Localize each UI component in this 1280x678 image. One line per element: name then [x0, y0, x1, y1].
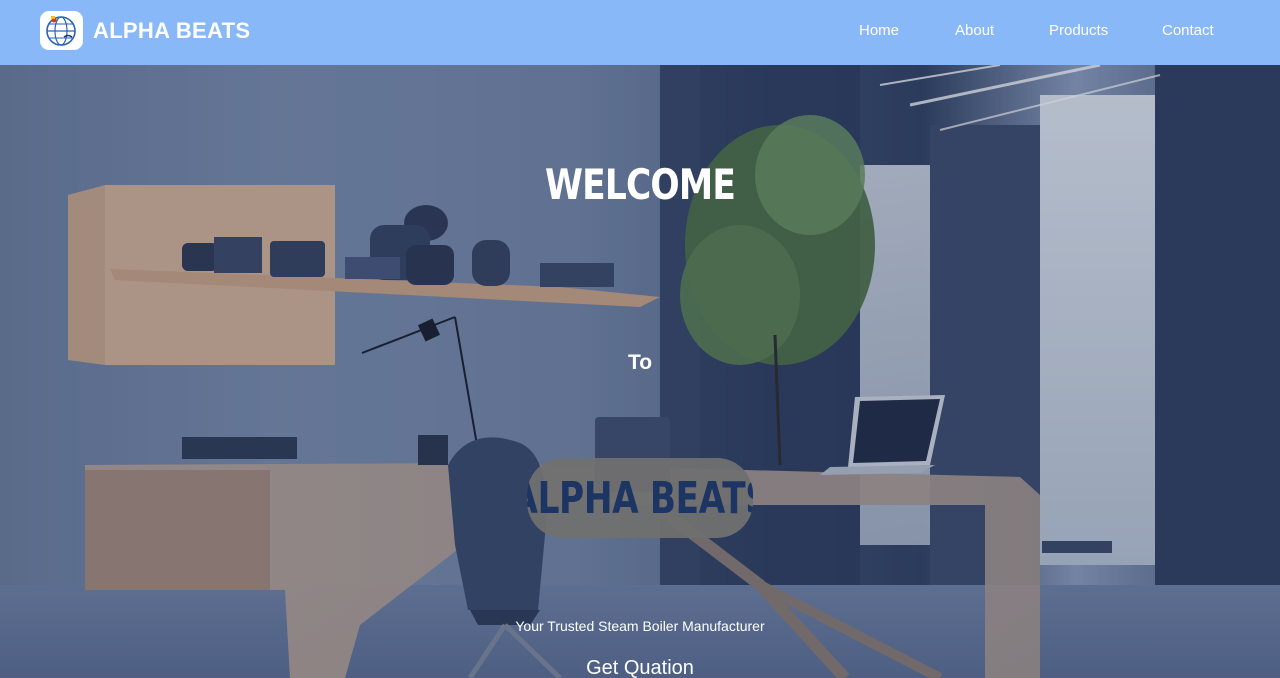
navbar: ALPHA BEATS Home About Products Contact	[0, 0, 1280, 65]
nav-products-link[interactable]: Products	[1049, 22, 1108, 39]
hero-brand-badge: ALPHA BEATS	[527, 458, 753, 538]
hero-title: WELCOME	[544, 160, 736, 209]
hero-tagline: Your Trusted Steam Boiler Manufacturer	[515, 618, 765, 634]
nav-about-link[interactable]: About	[955, 22, 994, 39]
brand-name[interactable]: ALPHA BEATS	[93, 18, 250, 44]
hero-connector-text: To	[627, 351, 653, 374]
nav-home-link[interactable]: Home	[859, 22, 899, 39]
nav-contact-link[interactable]: Contact	[1162, 22, 1214, 39]
globe-logo-icon[interactable]	[40, 11, 83, 50]
hero-brand-text: ALPHA BEATS	[527, 472, 753, 524]
get-quotation-button[interactable]: Get Quation	[0, 657, 1280, 678]
hero-section: WELCOME To ALPHA BEATS Your Trusted Stea…	[0, 65, 1280, 678]
